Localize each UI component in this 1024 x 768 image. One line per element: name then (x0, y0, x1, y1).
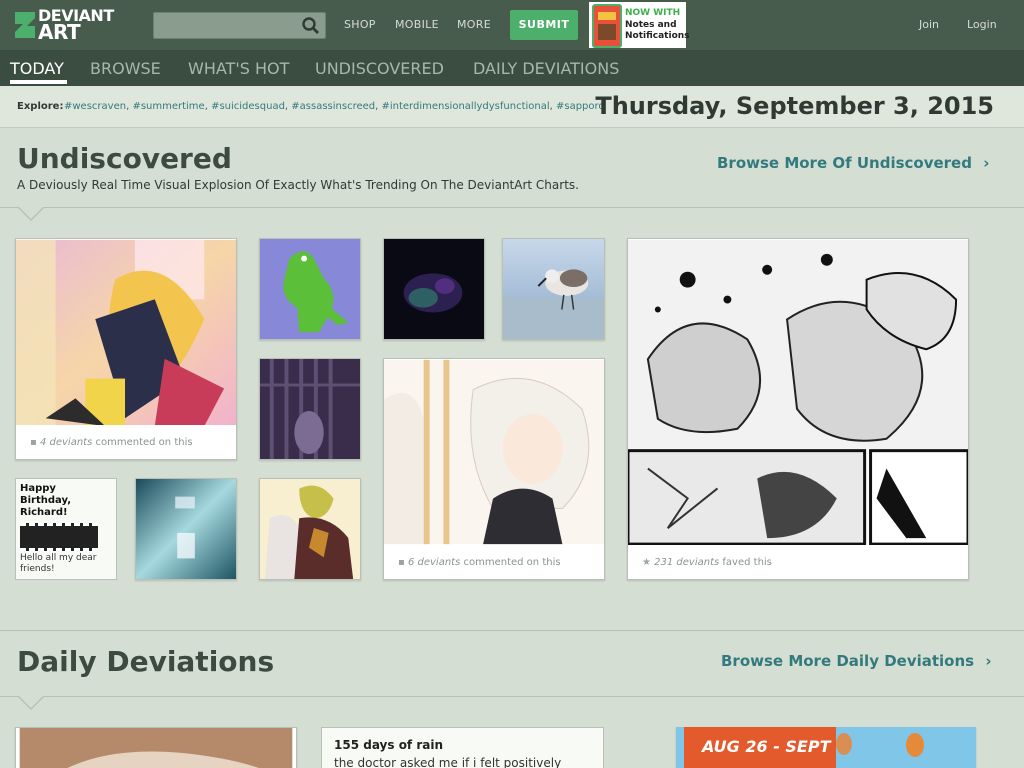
tab-undiscovered[interactable]: UNDISCOVERED (315, 59, 444, 78)
literature-excerpt: the doctor asked me if i felt positively (334, 756, 562, 768)
section-subtitle: A Deviously Real Time Visual Explosion O… (17, 178, 579, 192)
section-divider (0, 207, 1024, 208)
section-notch (17, 695, 45, 710)
deviation-image (260, 239, 360, 339)
star-icon: ★ (642, 557, 655, 568)
tab-browse[interactable]: BROWSE (90, 59, 161, 78)
deviation-image (628, 239, 968, 545)
deviantart-logo-icon (15, 12, 35, 38)
nav-shop[interactable]: SHOP (344, 18, 376, 31)
current-date: Thursday, September 3, 2015 (595, 92, 994, 120)
browse-more-label: Browse More Daily Deviations (721, 652, 975, 670)
film-strip-image (20, 523, 98, 551)
browse-more-label: Browse More Of Undiscovered (717, 154, 972, 172)
deviation-stats: ★ 231 deviants faved this (628, 545, 968, 579)
chevron-right-icon: › (985, 652, 992, 670)
promo-heading: NOW WITH (625, 8, 681, 18)
stat-suffix: commented on this (460, 557, 561, 568)
top-navigation-bar: DEVIANT ART SHOP MOBILE MORE SUBMIT NOW … (0, 0, 1024, 50)
nav-mobile[interactable]: MOBILE (395, 18, 439, 31)
stat-suffix: faved this (719, 557, 772, 568)
chevron-right-icon: › (983, 154, 990, 172)
explore-label: Explore: (17, 101, 64, 112)
section-title-daily-deviations: Daily Deviations (17, 645, 275, 678)
deviation-image (503, 239, 604, 339)
active-tab-indicator (10, 80, 67, 84)
promo-text: Notes and Notifications (625, 20, 690, 41)
birthday-title: Happy Birthday, Richard! (20, 483, 72, 518)
deviation-image (384, 239, 484, 339)
join-link[interactable]: Join (919, 18, 939, 31)
login-link[interactable]: Login (967, 18, 997, 31)
logo-wordmark: DEVIANT ART (38, 8, 114, 44)
event-banner-text: AUG 26 - SEPT 6 (702, 737, 848, 756)
nav-more[interactable]: MORE (457, 18, 491, 31)
deviation-thumbnail[interactable]: Happy Birthday, Richard! Hello all my de… (15, 478, 117, 580)
mobile-app-promo[interactable]: NOW WITH Notes and Notifications (589, 2, 690, 48)
literature-title: 155 days of rain (334, 738, 444, 752)
section-divider (0, 630, 1024, 631)
search-icon[interactable] (302, 17, 320, 35)
deviation-image (384, 359, 604, 545)
submit-button[interactable]: SUBMIT (510, 10, 578, 40)
tab-whats-hot[interactable]: WHAT'S HOT (188, 59, 289, 78)
deviation-image (19, 728, 293, 768)
explore-tags: #wescraven, #summertime, #suicidesquad, … (64, 101, 605, 112)
browse-more-daily-link[interactable]: Browse More Daily Deviations › (721, 652, 992, 670)
comment-icon: ▪ (30, 437, 40, 448)
section-tabs: TODAY BROWSE WHAT'S HOT UNDISCOVERED DAI… (0, 50, 1024, 86)
browse-more-undiscovered-link[interactable]: Browse More Of Undiscovered › (717, 154, 989, 172)
event-banner-image: AUG 26 - SEPT 6 (676, 727, 976, 768)
deviation-thumbnail[interactable]: ▪ 6 deviants commented on this (383, 358, 605, 580)
deviant-count: 4 deviants (39, 437, 93, 448)
deviation-thumbnail[interactable] (383, 238, 485, 340)
section-divider (0, 696, 1024, 697)
deviation-thumbnail[interactable] (259, 358, 361, 460)
section-notch (17, 206, 45, 221)
deviation-thumbnail[interactable] (259, 478, 361, 580)
deviation-thumbnail[interactable] (15, 727, 297, 768)
tag-link[interactable]: #assassinscreed (291, 101, 375, 112)
tag-link[interactable]: #summertime (132, 101, 204, 112)
birthday-caption: Hello all my dear friends! (20, 553, 97, 574)
deviation-stats: ▪ 6 deviants commented on this (384, 545, 604, 579)
tag-link[interactable]: #suicidesquad (211, 101, 285, 112)
deviation-thumbnail[interactable]: AUG 26 - SEPT 6 (676, 727, 976, 768)
tag-link[interactable]: #wescraven (64, 101, 126, 112)
tab-daily-deviations[interactable]: DAILY DEVIATIONS (473, 59, 619, 78)
literature-deviation-card[interactable]: 155 days of rain the doctor asked me if … (321, 727, 604, 768)
section-title-undiscovered: Undiscovered (17, 142, 232, 175)
deviation-thumbnail[interactable] (259, 238, 361, 340)
deviantart-logo[interactable]: DEVIANT ART (12, 7, 132, 43)
deviation-stats: ▪ 4 deviants commented on this (16, 425, 236, 459)
explore-bar: Explore: #wescraven, #summertime, #suici… (0, 86, 1024, 128)
deviation-image (260, 359, 360, 459)
stat-suffix: commented on this (92, 437, 193, 448)
deviation-thumbnail[interactable]: ▪ 4 deviants commented on this (15, 238, 237, 460)
deviant-count: 231 deviants (654, 557, 720, 568)
deviation-thumbnail[interactable] (135, 478, 237, 580)
deviation-thumbnail[interactable]: ★ 231 deviants faved this (627, 238, 969, 580)
search-input[interactable] (153, 12, 326, 39)
phone-icon (592, 4, 622, 48)
logo-text-art: ART (38, 20, 81, 44)
deviation-image (16, 239, 236, 427)
comment-icon: ▪ (398, 557, 408, 568)
tag-link[interactable]: #interdimensionallydysfunctional (381, 101, 549, 112)
deviation-image (260, 479, 360, 579)
deviant-count: 6 deviants (407, 557, 461, 568)
tab-today[interactable]: TODAY (10, 59, 64, 78)
deviation-image (136, 479, 236, 579)
deviation-thumbnail[interactable] (502, 238, 605, 340)
